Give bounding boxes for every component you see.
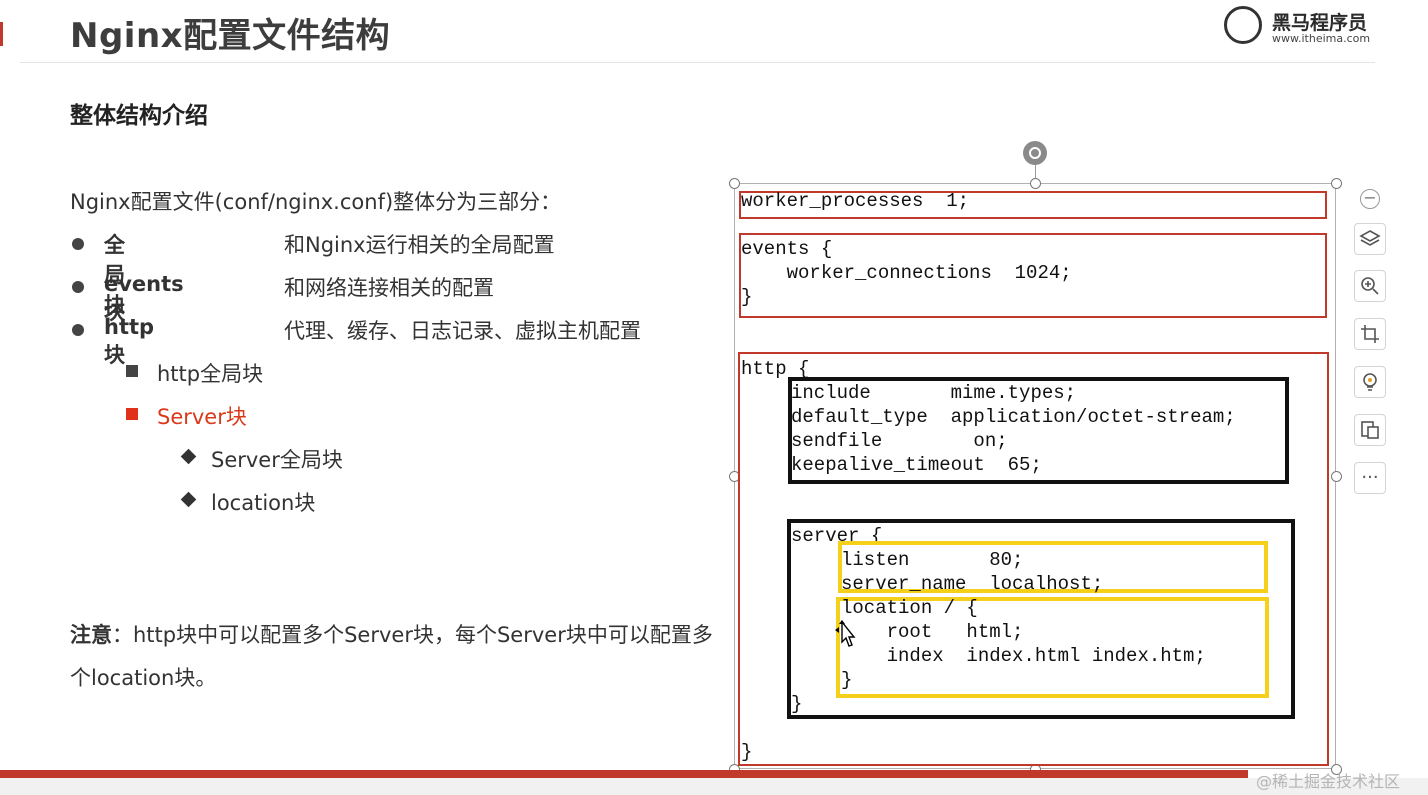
code-include: include mime.types;	[791, 382, 1077, 404]
sub-item-server: Server块	[157, 405, 247, 429]
note-label: 注意	[70, 623, 112, 647]
square-bullet-icon	[126, 365, 138, 377]
layers-icon[interactable]	[1354, 223, 1386, 255]
code-location-close: }	[841, 669, 853, 691]
slide-bottom-bar	[0, 770, 1248, 778]
bullet-desc: 和网络连接相关的配置	[284, 276, 494, 300]
square-bullet-icon	[126, 408, 138, 420]
resize-handle-ne[interactable]	[1331, 178, 1342, 189]
resize-handle-e[interactable]	[1331, 471, 1342, 482]
page-title: Nginx配置文件结构	[70, 16, 391, 56]
logo-name: 黑马程序员	[1272, 12, 1368, 34]
intro-text: Nginx配置文件(conf/nginx.conf)整体分为三部分：	[70, 190, 562, 214]
bullet-dot-icon	[72, 324, 84, 336]
resize-handle-nw[interactable]	[729, 178, 740, 189]
code-server-close: }	[791, 693, 803, 715]
bullet-dot-icon	[72, 238, 84, 250]
code-server-name: server_name localhost;	[841, 573, 1104, 595]
bullet-dot-icon	[72, 281, 84, 293]
diamond-bullet-icon	[180, 448, 197, 465]
section-title: 整体结构介绍	[70, 103, 208, 129]
move-cursor-icon	[835, 620, 856, 647]
diamond-bullet-icon	[180, 491, 197, 508]
sub-item-http-global: http全局块	[157, 362, 264, 386]
code-global: worker_processes 1;	[741, 190, 970, 212]
code-sendfile: sendfile on;	[791, 430, 1008, 452]
zoom-in-icon[interactable]	[1354, 270, 1386, 302]
convert-icon[interactable]	[1354, 414, 1386, 446]
code-location-open: location / {	[841, 597, 978, 619]
sub-item-server-global: Server全局块	[211, 448, 343, 472]
idea-icon[interactable]	[1354, 366, 1386, 398]
code-events-body: worker_connections 1024;	[741, 262, 1072, 284]
code-root: root html;	[841, 621, 1024, 643]
logo-url: www.itheima.com	[1272, 32, 1371, 45]
zoom-out-icon[interactable]: −	[1360, 189, 1380, 209]
rotate-handle-icon[interactable]	[1023, 141, 1047, 165]
horse-logo-icon	[1224, 6, 1262, 44]
resize-handle-n[interactable]	[1030, 178, 1041, 189]
code-default-type: default_type application/octet-stream;	[791, 406, 1236, 428]
code-listen: listen 80;	[841, 549, 1024, 571]
note-paragraph: 注意：http块中可以配置多个Server块，每个Server块中可以配置多个l…	[70, 614, 730, 700]
watermark: @稀土掘金技术社区	[1256, 772, 1401, 791]
code-index: index index.html index.htm;	[841, 645, 1206, 667]
crop-icon[interactable]	[1354, 318, 1386, 350]
title-accent-bar	[0, 22, 3, 46]
bullet-name: http块	[104, 315, 155, 367]
slide-bottom-edge	[0, 778, 1428, 795]
code-http-close: }	[741, 741, 753, 763]
brand-logo: 黑马程序员 www.itheima.com	[1224, 4, 1374, 48]
note-text: ：http块中可以配置多个Server块，每个Server块中可以配置多个loc…	[70, 623, 713, 690]
code-events-open: events {	[741, 238, 833, 260]
title-divider	[20, 62, 1375, 63]
code-keepalive: keepalive_timeout 65;	[791, 454, 1042, 476]
sub-item-location: location块	[211, 491, 316, 515]
bullet-desc: 和Nginx运行相关的全局配置	[284, 233, 555, 257]
more-options-button[interactable]: ···	[1354, 462, 1386, 494]
bullet-desc: 代理、缓存、日志记录、虚拟主机配置	[284, 319, 641, 343]
code-events-close: }	[741, 286, 753, 308]
